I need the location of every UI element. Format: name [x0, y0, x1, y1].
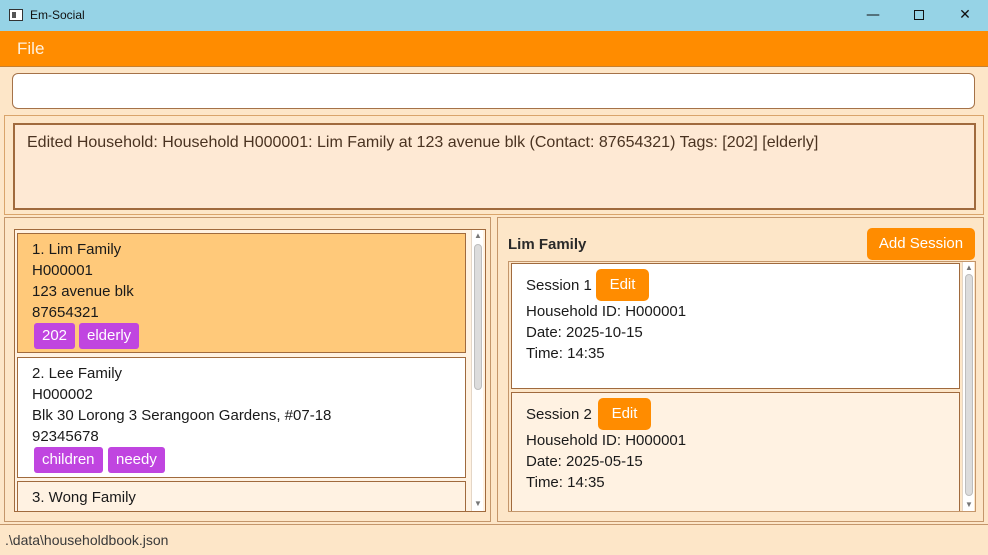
session-title: Session 1 [526, 277, 592, 294]
scroll-up-icon[interactable]: ▲ [963, 262, 975, 274]
tag-badge: needy [108, 447, 165, 473]
household-list-panel: 1. Lim Family H000001 123 avenue blk 876… [4, 217, 491, 522]
session-time: Time: 14:35 [526, 474, 605, 491]
household-address: 123 avenue blk [32, 283, 134, 300]
maximize-button[interactable] [896, 0, 942, 31]
household-id: H000002 [32, 386, 93, 403]
close-button[interactable]: ✕ [942, 0, 988, 31]
session-card[interactable]: Session 1 Edit Household ID: H000001 Dat… [511, 263, 960, 389]
app-window-icon [9, 9, 23, 21]
minimize-button[interactable]: — [850, 0, 896, 31]
menu-bar: File [0, 31, 988, 67]
tag-badge: children [34, 447, 103, 473]
household-contact: 92345678 [32, 428, 99, 445]
household-detail-title: Lim Family [508, 236, 587, 253]
window-title: Em-Social [30, 8, 85, 22]
household-list-scrollbar[interactable]: ▲ ▼ [471, 230, 483, 511]
session-list-scrollbar[interactable]: ▲ ▼ [962, 262, 974, 511]
scrollbar-thumb[interactable] [474, 244, 482, 390]
command-input[interactable] [12, 73, 975, 109]
session-household-id: Household ID: H000001 [526, 432, 687, 449]
result-message: Edited Household: Household H000001: Lim… [27, 134, 819, 151]
result-display: Edited Household: Household H000001: Lim… [13, 123, 976, 210]
title-bar: Em-Social — ✕ [0, 0, 988, 31]
scroll-down-icon[interactable]: ▼ [963, 499, 975, 511]
scrollbar-thumb[interactable] [965, 274, 973, 496]
household-id: H000001 [32, 262, 93, 279]
maximize-icon [914, 10, 924, 20]
household-detail-panel: Lim Family Add Session Session 1 Edit Ho… [497, 217, 984, 522]
household-contact: 87654321 [32, 304, 99, 321]
result-display-panel: Edited Household: Household H000001: Lim… [4, 115, 984, 215]
tag-badge: 202 [34, 323, 76, 349]
edit-session-button[interactable]: Edit [596, 269, 649, 301]
data-file-path: .\data\householdbook.json [5, 532, 169, 548]
household-header: 2. Lee Family [32, 365, 123, 382]
household-header: 1. Lim Family [32, 241, 122, 258]
edit-session-button[interactable]: Edit [598, 398, 651, 430]
household-card[interactable]: 3. Wong Family [17, 481, 466, 511]
scroll-up-icon[interactable]: ▲ [472, 230, 484, 242]
tag-badge: elderly [79, 323, 140, 349]
scroll-down-icon[interactable]: ▼ [472, 498, 484, 510]
household-header: 3. Wong Family [32, 489, 136, 506]
menu-file[interactable]: File [17, 39, 44, 59]
household-address: Blk 30 Lorong 3 Serangoon Gardens, #07-1… [32, 407, 332, 424]
household-card-selected[interactable]: 1. Lim Family H000001 123 avenue blk 876… [17, 233, 466, 353]
session-card[interactable]: Session 2 Edit Household ID: H000001 Dat… [511, 392, 960, 511]
session-list[interactable]: Session 1 Edit Household ID: H000001 Dat… [508, 261, 976, 512]
household-list[interactable]: 1. Lim Family H000001 123 avenue blk 876… [14, 229, 486, 512]
household-card[interactable]: 2. Lee Family H000002 Blk 30 Lorong 3 Se… [17, 357, 466, 478]
session-time: Time: 14:35 [526, 345, 605, 362]
session-date: Date: 2025-05-15 [526, 453, 643, 470]
add-session-button[interactable]: Add Session [867, 228, 975, 260]
status-bar: .\data\householdbook.json [0, 524, 988, 555]
session-household-id: Household ID: H000001 [526, 303, 687, 320]
session-title: Session 2 [526, 406, 592, 423]
session-date: Date: 2025-10-15 [526, 324, 643, 341]
